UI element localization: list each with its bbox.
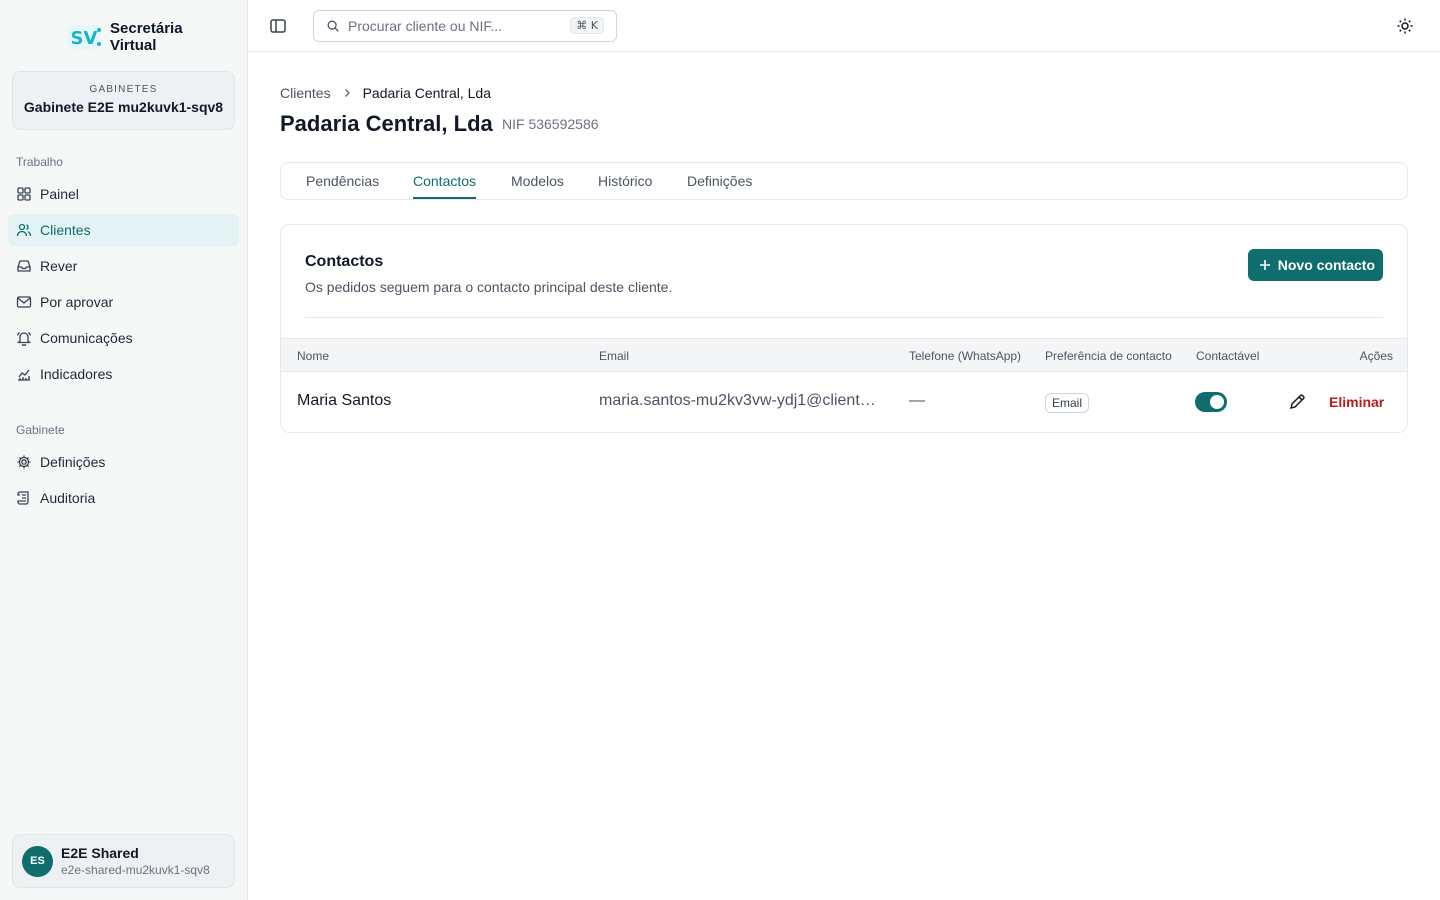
contact-email: maria.santos-mu2kv3vw-ydj1@client…: [599, 392, 876, 409]
tab-modelos[interactable]: Modelos: [511, 163, 564, 199]
sidebar: SV Secretária Virtual GABINETES Gabinete…: [0, 0, 248, 900]
page-title: Padaria Central, Lda: [280, 111, 493, 136]
breadcrumb-current: Padaria Central, Lda: [362, 85, 492, 101]
divider: [305, 317, 1383, 318]
client-tabs: Pendências Contactos Modelos Histórico D…: [280, 162, 1408, 200]
sidebar-item-label: Clientes: [40, 222, 91, 238]
contact-phone: —: [909, 392, 925, 409]
sidebar-item-auditoria[interactable]: Auditoria: [8, 482, 239, 514]
contactable-toggle[interactable]: [1195, 392, 1227, 412]
org-label: GABINETES: [89, 84, 158, 95]
contacts-card: Contactos Os pedidos seguem para o conta…: [280, 224, 1408, 433]
chart-icon: [16, 366, 32, 382]
tab-definicoes[interactable]: Definições: [687, 163, 752, 199]
table-header: Nome Email Telefone (WhatsApp) Preferênc…: [281, 338, 1407, 372]
chevron-right-icon: [344, 88, 350, 98]
nav-section-gabinete: Gabinete: [16, 423, 65, 437]
column-header-nome: Nome: [297, 349, 330, 363]
sun-icon[interactable]: [1396, 17, 1414, 35]
org-name: Gabinete E2E mu2kuvk1-sqv8: [23, 99, 224, 115]
contact-name: Maria Santos: [297, 392, 392, 409]
tab-contactos[interactable]: Contactos: [413, 163, 477, 199]
nav-section-trabalho: Trabalho: [16, 155, 63, 169]
search-input[interactable]: [348, 18, 568, 34]
column-header-acoes: Ações: [1359, 349, 1393, 363]
topbar: ⌘ K: [248, 0, 1440, 52]
sidebar-item-rever[interactable]: Rever: [8, 250, 239, 282]
plus-icon: [1259, 260, 1270, 270]
brand[interactable]: SV Secretária Virtual: [66, 20, 200, 54]
client-nif: NIF 536592586: [502, 116, 599, 132]
sidebar-item-label: Auditoria: [40, 490, 96, 506]
grid-icon: [16, 186, 32, 202]
sidebar-item-label: Por aprovar: [40, 294, 114, 310]
brand-name: Secretária Virtual: [110, 20, 183, 54]
tab-pendencias[interactable]: Pendências: [306, 163, 379, 199]
column-header-telefone: Telefone (WhatsApp): [909, 349, 1022, 363]
sidebar-item-label: Painel: [40, 186, 79, 202]
user-info: E2E Shared e2e-shared-mu2kuvk1-sqv8: [61, 845, 225, 877]
search-box[interactable]: ⌘ K: [313, 10, 617, 42]
delete-contact-button[interactable]: Eliminar: [1329, 394, 1384, 410]
sidebar-item-label: Definições: [40, 454, 106, 470]
new-contact-label: Novo contacto: [1277, 257, 1375, 273]
sidebar-item-painel[interactable]: Painel: [8, 178, 239, 210]
sidebar-item-label: Rever: [40, 258, 78, 274]
sidebar-item-label: Comunicações: [40, 330, 133, 346]
svg-text:SV: SV: [71, 28, 98, 49]
sidebar-item-label: Indicadores: [40, 366, 113, 382]
pencil-icon[interactable]: [1287, 392, 1307, 412]
contact-preference-badge: Email: [1045, 393, 1090, 413]
mail-icon: [16, 294, 32, 310]
contacts-title: Contactos: [305, 253, 384, 270]
sidebar-toggle-icon[interactable]: [268, 16, 288, 36]
inbox-icon: [16, 258, 32, 274]
sidebar-item-comunicacoes[interactable]: Comunicações: [8, 322, 239, 354]
user-email: e2e-shared-mu2kuvk1-sqv8: [61, 863, 210, 877]
org-switcher[interactable]: GABINETES Gabinete E2E mu2kuvk1-sqv8: [12, 71, 235, 130]
scroll-icon: [16, 490, 32, 506]
new-contact-button[interactable]: Novo contacto: [1247, 249, 1383, 281]
bell-icon: [16, 330, 32, 346]
gear-icon: [16, 454, 32, 470]
table-row: Maria Santos maria.santos-mu2kv3vw-ydj1@…: [281, 372, 1407, 432]
search-icon: [327, 20, 339, 32]
column-header-contactavel: Contactável: [1196, 349, 1260, 363]
column-header-preferencia: Preferência de contacto: [1045, 349, 1172, 363]
sidebar-item-clientes[interactable]: Clientes: [8, 214, 239, 246]
sidebar-item-por-aprovar[interactable]: Por aprovar: [8, 286, 239, 318]
breadcrumb-clientes[interactable]: Clientes: [280, 85, 331, 101]
column-header-email: Email: [599, 349, 630, 363]
sv-logo-icon: SV: [67, 25, 101, 49]
users-icon: [16, 222, 32, 238]
toggle-knob: [1210, 395, 1224, 409]
breadcrumb: Clientes Padaria Central, Lda: [280, 85, 491, 101]
sidebar-item-definicoes[interactable]: Definições: [8, 446, 239, 478]
user-name: E2E Shared: [61, 845, 139, 861]
tab-historico[interactable]: Histórico: [598, 163, 652, 199]
user-menu[interactable]: ES E2E Shared e2e-shared-mu2kuvk1-sqv8: [12, 834, 235, 888]
avatar: ES: [22, 845, 53, 877]
search-shortcut: ⌘ K: [570, 17, 604, 34]
sidebar-item-indicadores[interactable]: Indicadores: [8, 358, 239, 390]
contacts-description: Os pedidos seguem para o contacto princi…: [305, 279, 673, 295]
